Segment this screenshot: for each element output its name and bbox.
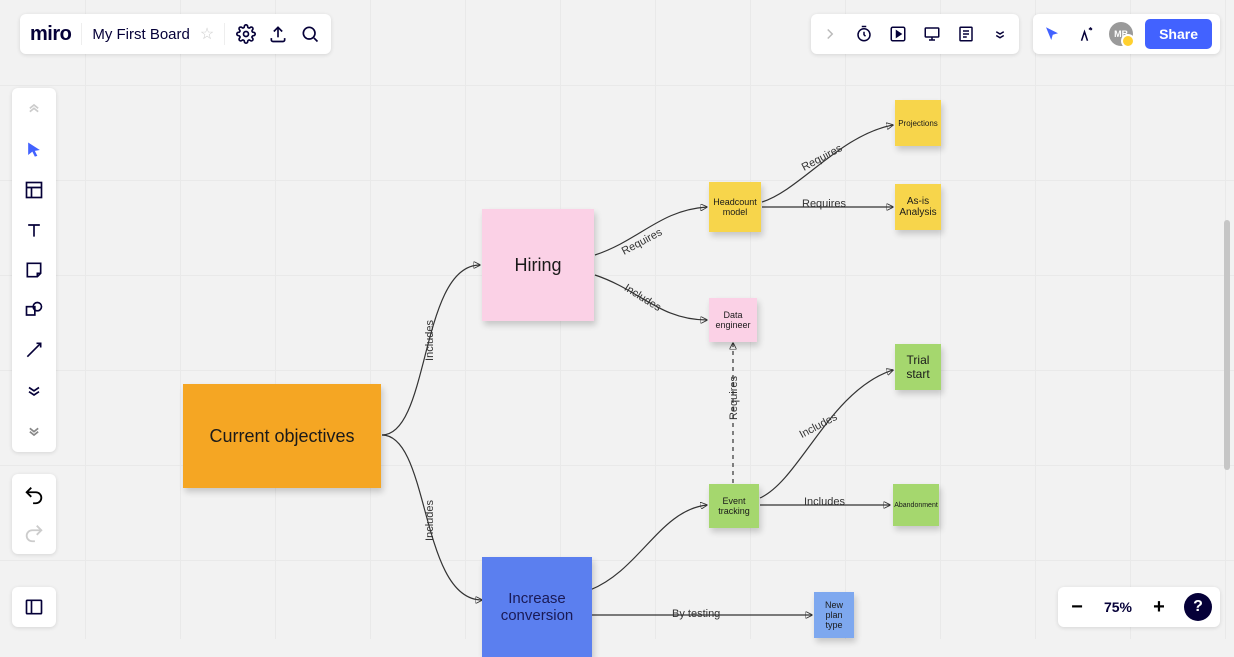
cursor-icon[interactable] xyxy=(1041,23,1063,45)
edge-label-requires-1: Requires xyxy=(620,226,665,257)
node-headcount-model[interactable]: Headcount model xyxy=(709,182,761,232)
edge-label-includes-1: Includes xyxy=(424,320,436,361)
share-button[interactable]: Share xyxy=(1145,19,1212,49)
app-logo[interactable]: miro xyxy=(30,23,71,46)
edge-label-includes-2: Includes xyxy=(424,500,436,541)
template-tool-icon[interactable] xyxy=(20,176,48,204)
node-projections[interactable]: Projections xyxy=(895,100,941,146)
redo-icon[interactable] xyxy=(23,522,45,544)
edge-label-requires-3: Requires xyxy=(802,198,846,210)
shape-tool-icon[interactable] xyxy=(20,296,48,324)
topbar-right: MB Share xyxy=(811,14,1220,54)
text-tool-icon[interactable] xyxy=(20,216,48,244)
collapse-icon[interactable] xyxy=(20,96,48,124)
node-hiring[interactable]: Hiring xyxy=(482,209,594,321)
canvas[interactable]: Current objectives Hiring Increase conve… xyxy=(0,0,1234,639)
edge-label-includes-5: Includes xyxy=(804,496,845,508)
avatar[interactable]: MB xyxy=(1109,22,1133,46)
node-asis-analysis[interactable]: As-is Analysis xyxy=(895,184,941,230)
topbar-left: miro My First Board ☆ xyxy=(20,14,331,54)
node-new-plan-type[interactable]: New plan type xyxy=(814,592,854,638)
edge-label-requires-2: Requires xyxy=(800,142,845,173)
board-title[interactable]: My First Board xyxy=(92,26,190,43)
zoom-out-button[interactable]: − xyxy=(1066,596,1088,618)
panel-collab: MB Share xyxy=(1033,14,1220,54)
edge-label-includes-3: Includes xyxy=(622,282,663,314)
divider xyxy=(224,23,225,45)
panel-views xyxy=(811,14,1019,54)
toolbar xyxy=(12,88,56,452)
edge-label-includes-4: Includes xyxy=(798,411,840,441)
node-data-engineer[interactable]: Data engineer xyxy=(709,298,757,342)
frames-panel-icon[interactable] xyxy=(12,587,56,627)
node-event-tracking[interactable]: Event tracking xyxy=(709,484,759,528)
help-icon[interactable]: ? xyxy=(1184,593,1212,621)
edge-label-bytesting: By testing xyxy=(672,608,720,620)
reactions-icon[interactable] xyxy=(1075,23,1097,45)
sticky-tool-icon[interactable] xyxy=(20,256,48,284)
frame-play-icon[interactable] xyxy=(887,23,909,45)
divider xyxy=(81,23,82,45)
star-icon[interactable]: ☆ xyxy=(200,24,214,44)
node-current-objectives[interactable]: Current objectives xyxy=(183,384,381,488)
edge-label-requires-4: Requires xyxy=(728,376,740,420)
select-tool-icon[interactable] xyxy=(20,136,48,164)
node-increase-conversion[interactable]: Increase conversion xyxy=(482,557,592,657)
scroll-thumb[interactable] xyxy=(1224,220,1230,470)
edges-layer xyxy=(0,0,1234,639)
expand-icon[interactable] xyxy=(20,416,48,444)
undo-icon[interactable] xyxy=(23,484,45,506)
export-icon[interactable] xyxy=(267,23,289,45)
presentation-icon[interactable] xyxy=(921,23,943,45)
more-icon[interactable] xyxy=(989,23,1011,45)
zoom-in-button[interactable]: + xyxy=(1148,596,1170,618)
node-trial-start[interactable]: Trial start xyxy=(895,344,941,390)
settings-icon[interactable] xyxy=(235,23,257,45)
line-tool-icon[interactable] xyxy=(20,336,48,364)
zoom-level[interactable]: 75% xyxy=(1098,599,1138,615)
node-abandonment[interactable]: Abandonment xyxy=(893,484,939,526)
timer-icon[interactable] xyxy=(853,23,875,45)
search-icon[interactable] xyxy=(299,23,321,45)
undo-panel xyxy=(12,474,56,554)
zoom-bar: − 75% + ? xyxy=(1058,587,1220,627)
more-tools-icon[interactable] xyxy=(20,376,48,404)
chevron-right-icon[interactable] xyxy=(819,23,841,45)
notes-icon[interactable] xyxy=(955,23,977,45)
vertical-scrollbar[interactable] xyxy=(1224,70,1230,629)
